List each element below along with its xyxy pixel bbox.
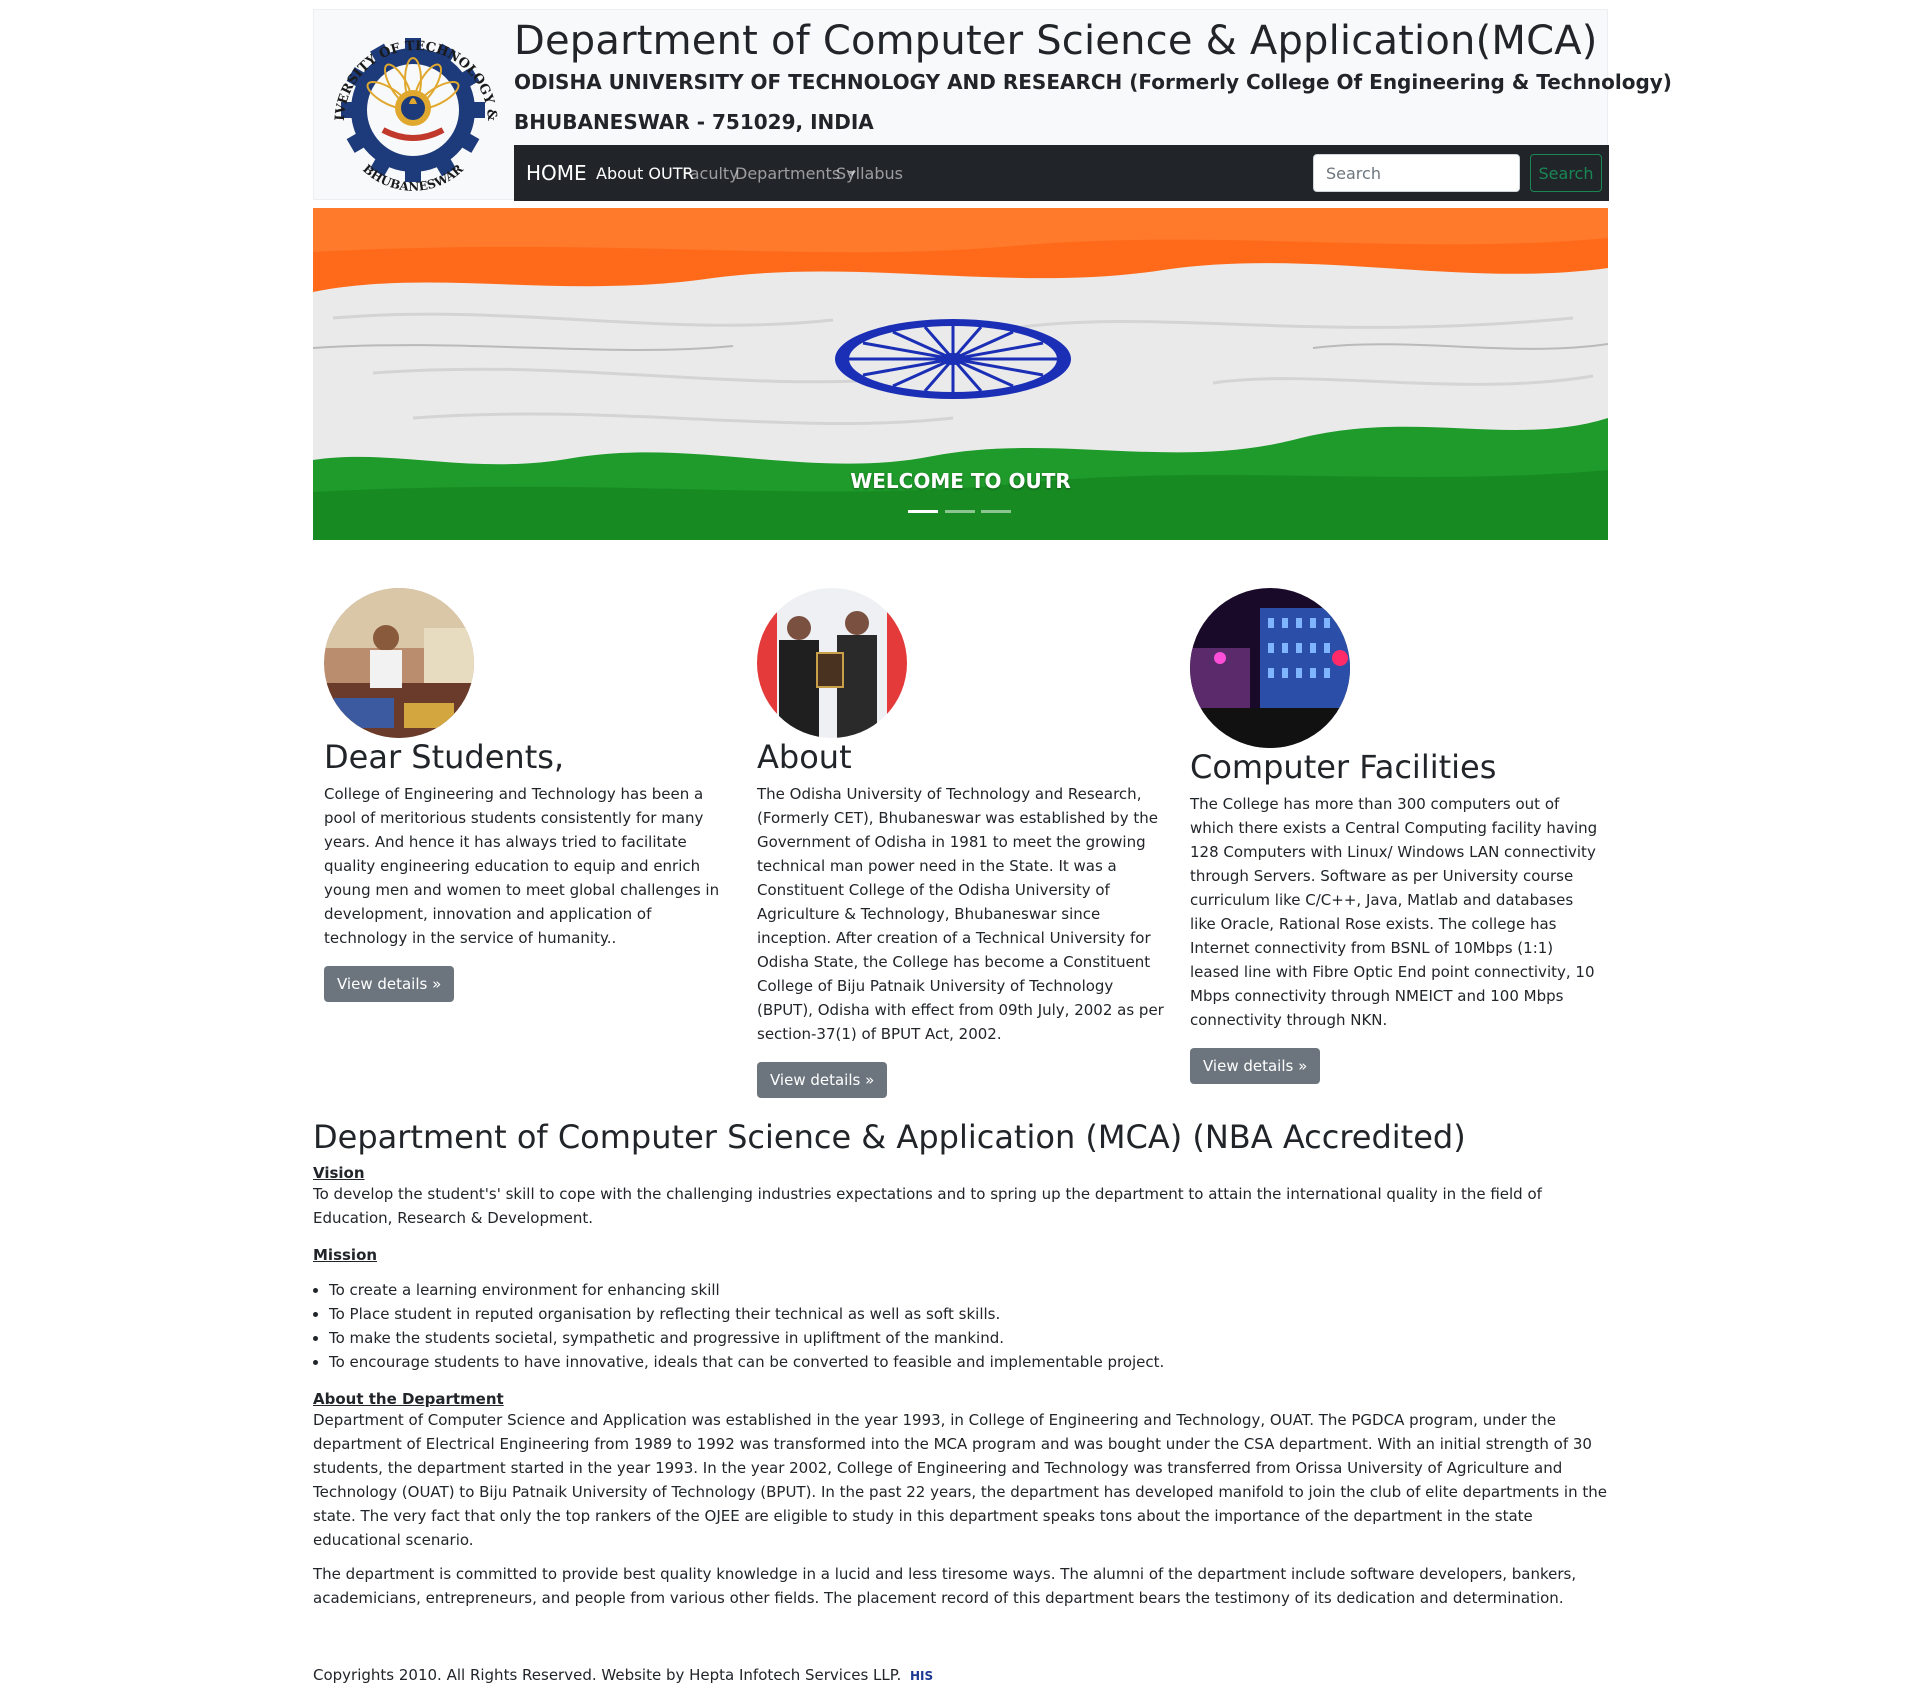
mission-label: Mission [313,1246,378,1264]
search-button[interactable]: Search [1530,154,1602,192]
main-navbar: HOME About OUTR Faculty Departments Syll… [514,145,1609,201]
director-photo [324,588,474,738]
university-logo: ODISHA UNIVERSITY OF TECHNOLOGY & RESEAR… [308,0,512,201]
view-details-button-students[interactable]: View details » [324,966,455,1002]
column-text-dear-students: College of Engineering and Technology ha… [324,785,720,947]
mission-item: To encourage students to have innovative… [329,1350,1608,1374]
hepta-logo-badge[interactable]: HIS [910,1669,933,1683]
view-details-button-facilities[interactable]: View details » [1190,1048,1321,1084]
hepta-badge-text: HIS [910,1668,934,1683]
mission-item: To make the students societal, sympathet… [329,1326,1608,1350]
carousel-indicator-3[interactable] [981,510,1011,513]
about-department-paragraph-1: Department of Computer Science and Appli… [313,1411,1607,1549]
mission-item: To Place student in reputed organisation… [329,1302,1608,1326]
nav-link-faculty[interactable]: Faculty [682,164,739,183]
site-footer: Copyrights 2010. All Rights Reserved. We… [313,1666,933,1684]
column-computer-facilities: Computer Facilities The College has more… [1190,588,1600,1084]
column-heading-about: About [757,738,852,776]
nav-home-brand[interactable]: HOME [526,161,587,185]
hero-carousel[interactable]: WELCOME TO OUTR [313,208,1608,540]
column-heading-computer-facilities: Computer Facilities [1190,748,1497,786]
page-title: Department of Computer Science & Applica… [514,18,1598,64]
nav-link-about-outr[interactable]: About OUTR [596,164,694,183]
university-address: BHUBANESWAR - 751029, INDIA [514,110,874,134]
column-about: About The Odisha University of Technolog… [757,588,1167,1098]
nav-link-syllabus[interactable]: Syllabus [836,164,903,183]
award-photo [757,588,907,738]
mission-item: To create a learning environment for enh… [329,1278,1608,1302]
column-dear-students: Dear Students, College of Engineering an… [324,588,734,1002]
vision-label: Vision [313,1164,365,1182]
carousel-caption: WELCOME TO OUTR [850,469,1071,493]
department-section: Department of Computer Science & Applica… [313,1118,1608,1610]
about-department-label: About the Department [313,1390,504,1408]
footer-text: Copyrights 2010. All Rights Reserved. We… [313,1666,902,1684]
campus-night-photo [1190,588,1350,748]
university-name: ODISHA UNIVERSITY OF TECHNOLOGY AND RESE… [514,70,1672,94]
view-details-button-about[interactable]: View details » [757,1062,888,1098]
search-input[interactable] [1313,154,1520,192]
mission-list: To create a learning environment for enh… [329,1278,1608,1374]
column-text-computer-facilities: The College has more than 300 computers … [1190,795,1598,1029]
carousel-indicator-1[interactable] [908,510,938,513]
department-heading: Department of Computer Science & Applica… [313,1118,1466,1156]
column-text-about: The Odisha University of Technology and … [757,785,1164,1043]
site-header: ODISHA UNIVERSITY OF TECHNOLOGY & RESEAR… [308,0,1672,201]
carousel-indicator-2[interactable] [945,510,975,513]
nav-link-departments-label: Departments [735,164,841,183]
column-heading-dear-students: Dear Students, [324,738,565,776]
vision-text: To develop the student's' skill to cope … [313,1185,1542,1227]
about-department-paragraph-2: The department is committed to provide b… [313,1565,1577,1607]
